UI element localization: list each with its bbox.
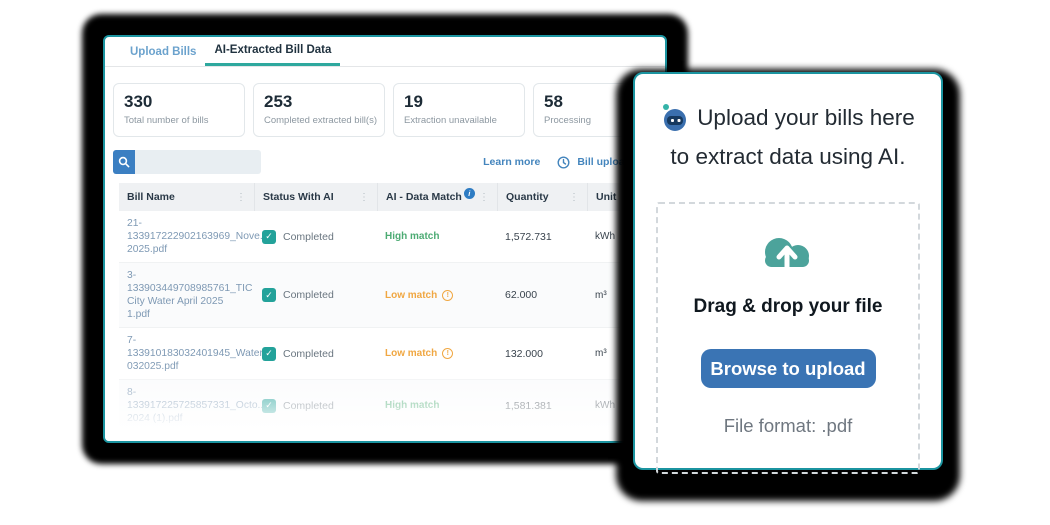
completed-check-icon: ✓: [262, 288, 276, 302]
quantity-cell: 1,581.381: [505, 399, 552, 412]
drag-drop-label: Drag & drop your file: [693, 296, 883, 317]
headline-line-2: to extract data using AI.: [670, 144, 906, 169]
stat-label: Total number of bills: [124, 115, 209, 126]
tab-ai-extracted-bill-data[interactable]: AI-Extracted Bill Data: [205, 37, 341, 66]
stat-value: 253: [264, 92, 293, 111]
bill-name-link[interactable]: 3-133903449708985761_TIC City Water Apri…: [119, 263, 254, 327]
status-cell: ✓ Completed: [254, 282, 377, 308]
status-cell: ✓ Completed: [254, 393, 377, 419]
robot-visor: [667, 115, 684, 125]
table-header-row: Bill Name ⋮ Status With AI ⋮ AI - Data M…: [119, 183, 665, 211]
page: Upload Bills AI-Extracted Bill Data 330 …: [0, 0, 1050, 525]
dropzone[interactable]: Drag & drop your file Browse to upload F…: [656, 202, 920, 474]
tab-bar: Upload Bills AI-Extracted Bill Data: [105, 37, 665, 67]
bills-dashboard-panel: Upload Bills AI-Extracted Bill Data 330 …: [103, 35, 667, 443]
table-row[interactable]: 7- 133910183032401945_Water 032025.pdf ✓…: [119, 328, 665, 380]
search-input[interactable]: [135, 150, 261, 174]
kebab-menu-icon[interactable]: ⋮: [359, 192, 369, 203]
status-label: Completed: [283, 347, 334, 360]
learn-more-link[interactable]: Learn more: [483, 156, 540, 168]
table-row[interactable]: 21- 133917222902163969_Nove... 2025.pdf …: [119, 211, 665, 263]
quantity-cell: 62.000: [505, 289, 538, 301]
search-icon: [118, 156, 130, 168]
tab-upload-bills[interactable]: Upload Bills: [121, 37, 205, 66]
data-match-cell: High match: [377, 394, 497, 417]
column-header-status[interactable]: Status With AI ⋮: [254, 183, 377, 211]
warning-icon: !: [442, 289, 454, 301]
completed-check-icon: ✓: [262, 346, 276, 361]
upload-panel: Upload your bills here to extract data u…: [633, 72, 943, 474]
clock-icon: [557, 155, 570, 169]
table-row[interactable]: 20-133923904051888498_04 April25.pdf ✓ C…: [119, 432, 665, 441]
column-label: Status With AI: [263, 191, 334, 203]
robot-antenna-dot: [663, 104, 670, 110]
data-match-cell: Low match !: [377, 342, 497, 365]
bill-upload-link[interactable]: Bill upload: [577, 156, 631, 168]
table-toolbar: Learn more Bill upload: [113, 150, 655, 174]
data-match-cell: High match: [377, 225, 497, 248]
column-label: Bill Name: [127, 191, 175, 203]
upload-headline: Upload your bills here to extract data u…: [656, 98, 920, 176]
match-label: High match: [385, 400, 440, 411]
kebab-menu-icon[interactable]: ⋮: [569, 192, 579, 203]
stats-row: 330 Total number of bills 253 Completed …: [105, 67, 665, 146]
quantity-cell: 132.000: [505, 347, 543, 360]
bills-table: Bill Name ⋮ Status With AI ⋮ AI - Data M…: [119, 183, 665, 441]
table-row[interactable]: 3-133903449708985761_TIC City Water Apri…: [119, 263, 665, 328]
file-format-hint: File format: .pdf: [723, 415, 853, 436]
column-header-data-match[interactable]: AI - Data Match i ⋮: [377, 183, 497, 211]
completed-check-icon: ✓: [262, 398, 276, 413]
headline-line-1: Upload your bills here: [697, 105, 915, 130]
stat-label: Completed extracted bill(s): [264, 115, 377, 126]
stat-value: 19: [404, 92, 423, 111]
column-label: Unit: [596, 191, 617, 203]
stat-completed-extracted: 253 Completed extracted bill(s): [253, 83, 385, 137]
bill-name-link[interactable]: 7- 133910183032401945_Water 032025.pdf: [119, 328, 263, 379]
status-cell: ✓ Completed: [254, 341, 377, 367]
status-label: Completed: [283, 230, 334, 243]
stat-total-bills: 330 Total number of bills: [113, 83, 245, 137]
column-header-bill-name[interactable]: Bill Name ⋮: [119, 183, 254, 211]
table-row[interactable]: 8- 133917225725857331_Octo... 2024 (1).p…: [119, 380, 665, 432]
data-match-cell: Low match !: [377, 284, 497, 307]
bill-name-link[interactable]: 21- 133917222902163969_Nove... 2025.pdf: [119, 211, 268, 262]
status-cell: ✓ Completed: [254, 224, 377, 250]
search-button[interactable]: [113, 150, 135, 174]
column-header-quantity[interactable]: Quantity ⋮: [497, 183, 587, 211]
kebab-menu-icon[interactable]: ⋮: [236, 192, 246, 203]
completed-check-icon: ✓: [262, 229, 276, 244]
stat-extraction-unavailable: 19 Extraction unavailable: [393, 83, 525, 137]
browse-to-upload-button[interactable]: Browse to upload: [700, 349, 876, 388]
quantity-cell: 1,572.731: [505, 230, 552, 243]
status-label: Completed: [283, 399, 334, 412]
robot-head: [664, 109, 687, 131]
search-bar: [113, 150, 261, 174]
match-label: Low match: [385, 289, 438, 301]
toolbar-links: Learn more Bill upload: [483, 155, 655, 169]
info-icon[interactable]: i: [463, 187, 475, 199]
bill-name-link[interactable]: 20-133923904051888498_04 April25.pdf: [119, 432, 254, 441]
bill-name-link[interactable]: 8- 133917225725857331_Octo... 2024 (1).p…: [119, 380, 266, 431]
column-label: Quantity: [506, 191, 549, 203]
warning-icon: !: [442, 348, 454, 359]
column-label: AI - Data Match: [386, 191, 462, 203]
status-label: Completed: [283, 289, 334, 301]
match-label: Low match: [385, 348, 438, 359]
robot-icon: [661, 104, 688, 131]
stat-label: Extraction unavailable: [404, 115, 497, 126]
match-label: High match: [385, 231, 440, 242]
cloud-upload-icon: [765, 238, 809, 271]
kebab-menu-icon[interactable]: ⋮: [479, 192, 489, 203]
stat-value: 330: [124, 92, 153, 111]
